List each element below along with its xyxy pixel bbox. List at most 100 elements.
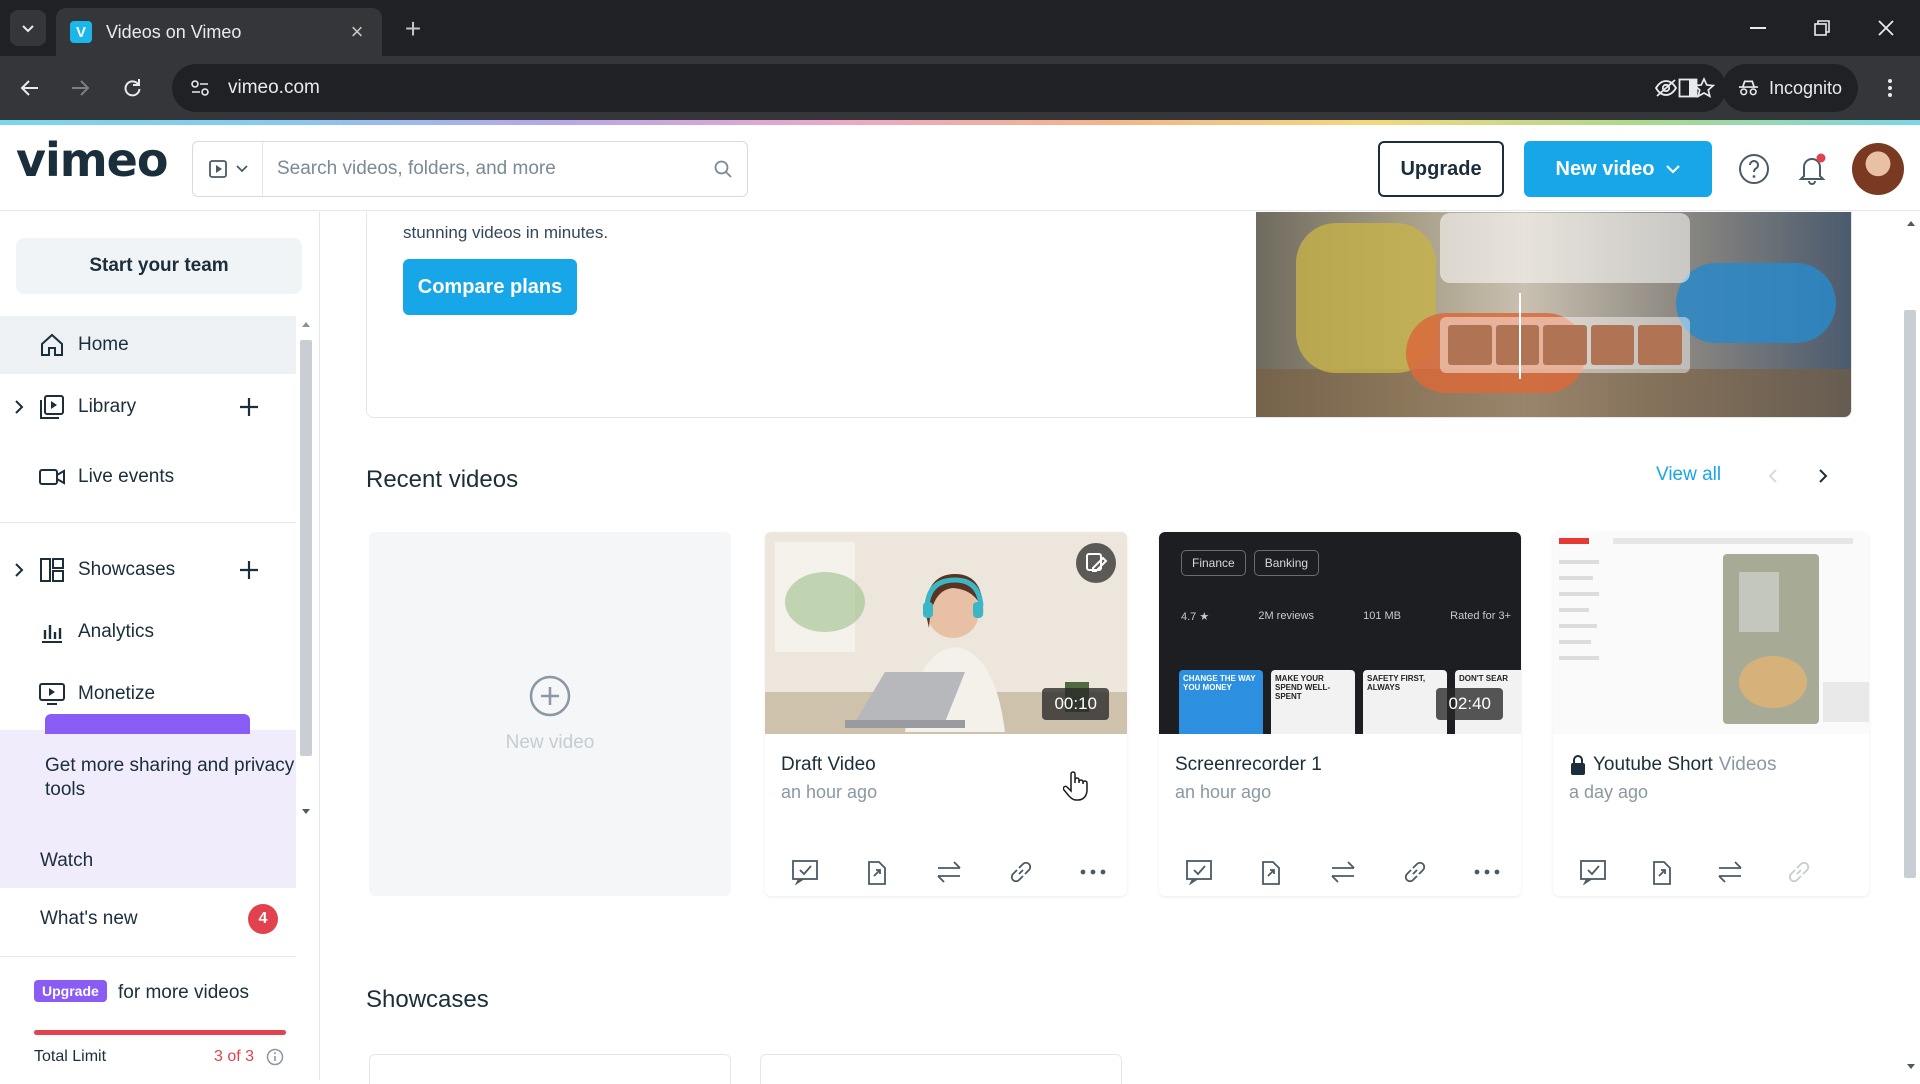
upgrade-button[interactable]: Upgrade [1378, 141, 1504, 197]
help-icon[interactable] [1736, 151, 1772, 187]
side-panel-icon[interactable] [1670, 70, 1706, 106]
thumb-stat: 101 MB [1363, 610, 1402, 622]
new-tab-icon[interactable]: + [396, 12, 430, 46]
back-icon[interactable] [12, 70, 48, 106]
thumb-chip: Finance [1181, 550, 1246, 576]
sidebar-item-label: Showcases [78, 559, 176, 580]
video-title[interactable]: Draft Video [781, 754, 876, 776]
video-card-screenrecorder[interactable]: Finance Banking 4.7 ★ 2M reviews 101 MB … [1159, 532, 1521, 896]
video-thumbnail[interactable]: 00:10 [765, 532, 1127, 734]
upgrade-pill-button[interactable]: Upgrade [34, 980, 107, 1002]
video-timestamp: a day ago [1569, 782, 1649, 802]
chevron-down-icon [1666, 164, 1681, 174]
main-scroll-thumb[interactable] [1904, 310, 1916, 878]
copy-link-icon[interactable] [1399, 856, 1431, 888]
more-options-icon[interactable] [1077, 856, 1109, 888]
scroll-up-icon[interactable] [298, 318, 314, 330]
sidebar-item-label: Monetize [78, 683, 156, 704]
carousel-prev-icon[interactable] [1761, 464, 1785, 488]
review-icon[interactable] [789, 856, 821, 888]
banner-image [1256, 212, 1851, 417]
copy-link-icon[interactable] [1783, 856, 1815, 888]
upgrade-banner: stunning videos in minutes. Compare plan… [366, 212, 1852, 418]
video-title[interactable]: Screenrecorder 1 [1175, 754, 1322, 776]
video-thumbnail[interactable]: Finance Banking 4.7 ★ 2M reviews 101 MB … [1159, 532, 1521, 734]
minimize-icon[interactable] [1738, 12, 1778, 44]
compare-plans-button[interactable]: Compare plans [403, 259, 577, 315]
sidebar-divider [0, 522, 296, 523]
search-scope-dropdown[interactable] [193, 142, 263, 196]
reload-icon[interactable] [114, 70, 150, 106]
share-icon[interactable] [1646, 856, 1678, 888]
tab-search-button[interactable] [10, 10, 46, 46]
address-bar[interactable]: vimeo.com [172, 64, 1726, 112]
new-video-card[interactable]: New video [369, 532, 731, 896]
sidebar-item-showcases[interactable]: Showcases [0, 541, 296, 599]
add-circle-icon [529, 675, 571, 717]
restore-icon[interactable] [1802, 12, 1842, 44]
sidebar-scroll-thumb[interactable] [300, 340, 312, 756]
share-icon[interactable] [861, 856, 893, 888]
carousel-next-icon[interactable] [1811, 464, 1835, 488]
site-settings-icon[interactable] [186, 74, 214, 102]
forward-icon[interactable] [62, 70, 98, 106]
browser-tab-bar: V Videos on Vimeo × + [0, 0, 1920, 56]
add-library-plus-icon[interactable] [238, 396, 260, 418]
video-timestamp: an hour ago [781, 782, 878, 802]
video-thumbnail[interactable] [1553, 532, 1869, 734]
chevron-right-icon[interactable] [14, 562, 24, 578]
move-transfer-icon[interactable] [1714, 856, 1746, 888]
sidebar-item-library[interactable]: Library [0, 378, 296, 436]
add-showcase-plus-icon[interactable] [238, 559, 260, 581]
promo-cta-button[interactable] [45, 714, 250, 734]
notifications-bell-icon[interactable] [1794, 151, 1830, 187]
incognito-icon [1738, 80, 1758, 96]
new-video-button[interactable]: New video [1524, 141, 1712, 197]
share-icon[interactable] [1255, 856, 1287, 888]
video-actions [789, 856, 1109, 888]
chevron-down-icon [22, 25, 34, 33]
incognito-indicator[interactable]: Incognito [1722, 64, 1858, 112]
move-transfer-icon[interactable] [1327, 856, 1359, 888]
browser-menu-icon[interactable] [1872, 70, 1908, 106]
browser-tab-active[interactable]: V Videos on Vimeo × [56, 8, 382, 56]
copy-link-icon[interactable] [1005, 856, 1037, 888]
start-team-button[interactable]: Start your team [16, 238, 302, 294]
watch-link[interactable]: Watch [40, 850, 93, 872]
video-card-draft[interactable]: 00:10 Draft Video an hour ago [765, 532, 1127, 896]
more-options-icon[interactable] [1471, 856, 1503, 888]
main-content: stunning videos in minutes. Compare plan… [321, 212, 1901, 1080]
thumb-chip: Banking [1253, 550, 1320, 576]
total-limit-fill [34, 1030, 286, 1035]
sidebar-item-live-events[interactable]: Live events [0, 448, 296, 506]
vimeo-logo[interactable]: vimeo [16, 133, 168, 187]
search-icon[interactable] [699, 159, 747, 179]
close-window-icon[interactable] [1866, 12, 1906, 44]
video-title[interactable]: Youtube Short Videos [1569, 754, 1777, 776]
review-icon[interactable] [1577, 856, 1609, 888]
chevron-right-icon[interactable] [14, 399, 24, 415]
scroll-up-icon[interactable] [1905, 218, 1917, 228]
scroll-down-icon[interactable] [298, 806, 314, 818]
thumb-card: MAKE YOUR SPEND WELL-SPENT [1271, 670, 1355, 734]
review-icon[interactable] [1183, 856, 1215, 888]
sidebar-item-analytics[interactable]: Analytics [0, 603, 296, 661]
video-card-youtube-short[interactable]: Youtube Short Videos a day ago [1553, 532, 1869, 896]
promo-text: Get more sharing and privacy tools [45, 755, 295, 800]
url-text[interactable]: vimeo.com [228, 77, 1652, 99]
new-video-card-label: New video [505, 732, 595, 753]
camera-icon [39, 469, 65, 485]
view-all-link[interactable]: View all [1656, 464, 1721, 486]
scroll-down-icon[interactable] [1905, 1062, 1917, 1072]
move-transfer-icon[interactable] [933, 856, 965, 888]
sidebar-item-home[interactable]: Home [0, 316, 296, 374]
thumb-stat: 2M reviews [1258, 610, 1314, 622]
user-avatar[interactable] [1852, 143, 1904, 195]
edit-draft-icon[interactable] [1075, 542, 1117, 584]
info-icon[interactable] [266, 1048, 284, 1066]
search-input[interactable] [263, 142, 699, 196]
whats-new-link[interactable]: What's new [40, 908, 138, 930]
tab-close-icon[interactable]: × [346, 19, 368, 45]
sidebar: Start your team Home Library Live events… [0, 212, 320, 1080]
vimeo-header: vimeo Upgrade New video [0, 125, 1920, 211]
